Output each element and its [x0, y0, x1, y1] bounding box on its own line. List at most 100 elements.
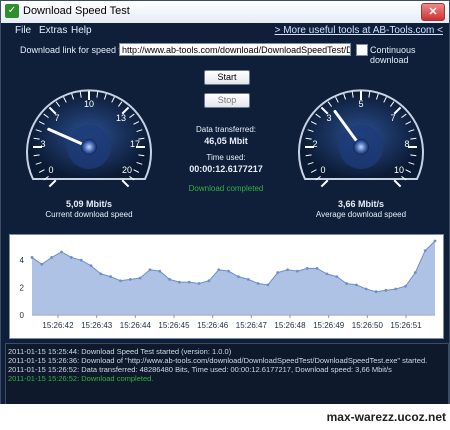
x-tick-label: 15:26:43	[81, 321, 113, 330]
data-point	[433, 239, 437, 243]
data-point	[89, 264, 93, 268]
speed-history-plot: 0 2 4 15:26:42 15:26:43 15:26:44 15:26:45 15:26…	[20, 239, 437, 330]
speed-area	[32, 241, 435, 315]
data-point	[197, 282, 201, 285]
data-point	[79, 258, 83, 262]
app-icon: ✓	[5, 4, 19, 18]
data-point	[60, 250, 63, 254]
data-point	[168, 277, 172, 281]
x-tick-label: 15:26:48	[274, 321, 306, 330]
data-point	[119, 279, 122, 283]
data-point	[325, 272, 329, 276]
data-point	[404, 284, 407, 288]
gauge-tick-label: 0	[48, 165, 53, 175]
gauge-tick-label: 3	[40, 139, 45, 149]
data-point	[276, 271, 280, 274]
continuous-download-label: Continuous download	[370, 45, 416, 65]
watermark-text: max-warezz.ucoz.net	[326, 410, 446, 424]
data-point	[109, 275, 113, 279]
gauge-tick-label: 10	[394, 165, 404, 175]
data-point	[128, 277, 132, 281]
x-tick-label: 15:26:49	[313, 321, 345, 330]
x-tick-label: 15:26:42	[42, 321, 74, 330]
data-point	[266, 283, 270, 287]
y-tick-label: 2	[20, 284, 25, 293]
close-button[interactable]: ✕	[421, 3, 445, 21]
data-point	[40, 262, 44, 266]
data-point	[138, 276, 142, 280]
data-point	[315, 267, 319, 270]
x-tick-label: 15:26:50	[352, 321, 384, 330]
data-transferred-value: 46,05 Mbit	[204, 136, 248, 146]
average-speed-value: 3,66 Mbit/s	[337, 199, 384, 209]
data-point	[178, 280, 181, 284]
continuous-download-checkbox[interactable]	[356, 44, 368, 56]
data-point	[345, 282, 348, 285]
data-point	[217, 268, 221, 272]
gauge-tick-label: 10	[84, 99, 94, 109]
average-speed-label: Average download speed	[315, 210, 407, 219]
menu-help[interactable]: Help	[71, 25, 92, 36]
speed-history-chart: 0 2 4 15:26:42 15:26:43 15:26:44 15:26:45 15:26…	[9, 234, 444, 339]
data-point	[335, 275, 339, 279]
data-point	[207, 279, 211, 283]
menu-file[interactable]: File	[15, 25, 31, 36]
menu-bar: File Extras Help > More useful tools at …	[1, 23, 449, 39]
x-tick-label: 15:26:51	[390, 321, 422, 330]
data-point	[394, 287, 398, 291]
data-point	[187, 280, 191, 284]
gauge-tick-label: 8	[404, 139, 409, 149]
data-point	[305, 267, 309, 270]
event-log: 2011-01-15 15:25:44: Download Speed Test…	[5, 343, 449, 405]
data-point	[354, 283, 358, 287]
title-bar: ✓ Download Speed Test ✕	[1, 1, 449, 24]
gauge-tick	[320, 179, 329, 188]
gauge-tick	[393, 179, 402, 188]
average-speed-gauge: 0 2 3 5 7 8 10	[298, 89, 424, 188]
data-point	[158, 269, 162, 273]
watermark-strip: max-warezz.ucoz.net	[0, 404, 450, 430]
current-speed-gauge: 0 3 7 10 13 17 20	[26, 89, 152, 188]
gauge-tick-label: 0	[320, 165, 325, 175]
data-point	[286, 268, 289, 272]
data-transferred-label: Data transferred:	[195, 125, 257, 134]
time-used-label: Time used:	[206, 153, 246, 162]
download-url-field[interactable]: http://www.ab-tools.com/download/Downloa…	[119, 43, 351, 56]
y-tick-label: 0	[20, 311, 25, 320]
log-line: 2011-01-15 15:26:52: Download completed.	[8, 374, 154, 383]
log-line: 2011-01-15 15:25:44: Download Speed Test…	[8, 347, 232, 356]
y-tick-label: 4	[20, 256, 25, 265]
menu-extras[interactable]: Extras	[39, 25, 67, 36]
data-point	[50, 256, 54, 259]
more-tools-link[interactable]: > More useful tools at AB-Tools.com <	[275, 25, 443, 36]
data-point	[423, 249, 427, 252]
data-point	[413, 271, 417, 274]
data-point	[227, 269, 230, 273]
gauge-tick-label: 5	[358, 99, 363, 109]
gauge-tick-label: 7	[54, 113, 59, 123]
data-point	[237, 275, 240, 279]
gauge-tick	[48, 179, 57, 188]
stop-button[interactable]: Stop	[204, 93, 250, 108]
current-speed-label: Current download speed	[45, 210, 133, 219]
data-point	[295, 269, 299, 273]
time-used-value: 00:00:12.6177217	[189, 164, 263, 174]
gauge-tick-label: 20	[122, 165, 132, 175]
start-button[interactable]: Start	[204, 70, 250, 85]
gauge-tick	[121, 179, 130, 188]
data-point	[148, 268, 152, 272]
data-point	[30, 256, 34, 259]
x-tick-label: 15:26:45	[158, 321, 190, 330]
data-point	[384, 288, 388, 292]
data-point	[99, 272, 103, 276]
gauge-tick-label: 7	[390, 113, 395, 123]
x-tick-label: 15:26:46	[197, 321, 229, 330]
x-tick-label: 15:26:47	[236, 321, 268, 330]
app-window: ✓ Download Speed Test ✕ File Extras Help…	[0, 0, 450, 430]
log-line: 2011-01-15 15:26:52: Data transferred: 4…	[8, 365, 392, 374]
data-point	[69, 256, 73, 259]
current-speed-value: 5,09 Mbit/s	[65, 199, 112, 209]
x-tick-label: 15:26:44	[120, 321, 152, 330]
data-point	[374, 290, 378, 294]
gauge-tick-label: 3	[326, 113, 331, 123]
